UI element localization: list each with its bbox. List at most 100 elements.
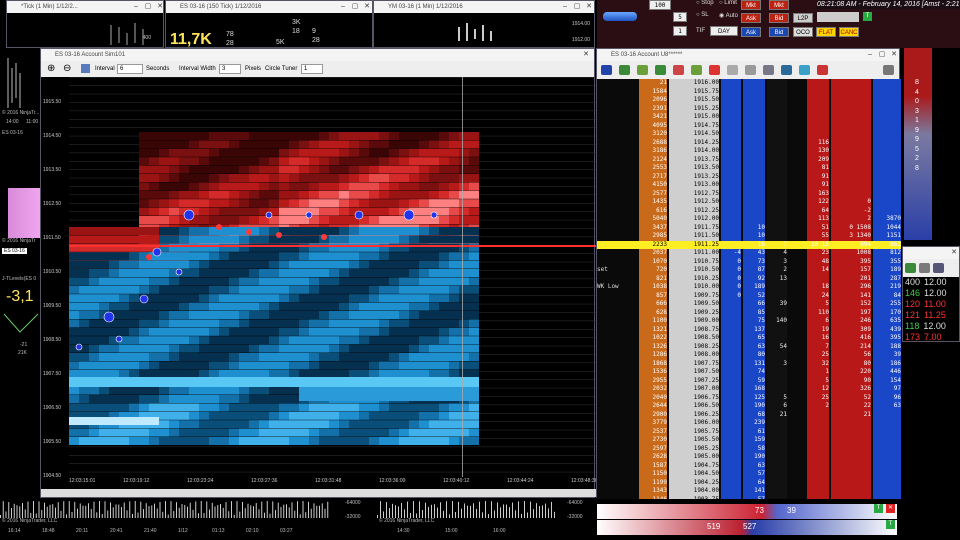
- mkt-sell-button[interactable]: Mkt: [741, 0, 761, 10]
- flag-icon[interactable]: [673, 65, 684, 75]
- ladder-row[interactable]: 4095 1914.75: [597, 121, 901, 130]
- stop-radio[interactable]: ○ Stop: [696, 0, 714, 6]
- ladder-row[interactable]: set 720 1910.50 0 87 2 14 157 189: [597, 266, 901, 275]
- bid-button-1[interactable]: Bid: [769, 13, 789, 23]
- ladder-row[interactable]: 1584 1915.75: [597, 87, 901, 96]
- close-icon[interactable]: ✕: [889, 50, 899, 59]
- ladder-row[interactable]: 2644 1906.50 190 6 2 22 63: [597, 402, 901, 411]
- interval-input[interactable]: 6: [117, 64, 143, 74]
- mkt-buy-button[interactable]: Mkt: [769, 0, 789, 10]
- arrow-down-icon[interactable]: [637, 65, 648, 75]
- ladder-row[interactable]: 2096 1915.50: [597, 96, 901, 105]
- ladder-row[interactable]: 2391 1915.25: [597, 104, 901, 113]
- stop-icon[interactable]: [727, 65, 738, 75]
- minimize-button[interactable]: –: [560, 2, 570, 11]
- bid-button-2[interactable]: Bid: [769, 27, 789, 37]
- ladder-row[interactable]: 2124 1913.75 209: [597, 155, 901, 164]
- ladder-row[interactable]: 2730 1905.50 159: [597, 436, 901, 445]
- instrument-selector[interactable]: [603, 12, 637, 21]
- qty-box-2[interactable]: 5: [673, 12, 687, 22]
- close-icon[interactable]: ✕: [155, 2, 165, 11]
- ladder-row[interactable]: 2628 1905.00 190: [597, 453, 901, 462]
- flat-button[interactable]: FLAT: [816, 27, 836, 37]
- ladder-row[interactable]: 2985 1911.50 10 55 3 1340 1151: [597, 232, 901, 241]
- ladder-row[interactable]: 1536 1907.50 74 1 220 446: [597, 368, 901, 377]
- ladder-row[interactable]: 2537 1905.75 61: [597, 427, 901, 436]
- arrow-icon[interactable]: [905, 263, 916, 273]
- ladder-row[interactable]: 1326 1908.25 63 54 7 214 188: [597, 342, 901, 351]
- ladder-row[interactable]: 2037 1911.00 -4 43 4 23 1008 812: [597, 249, 901, 258]
- ladder-row[interactable]: 2553 1913.50 81: [597, 164, 901, 173]
- wrench-icon[interactable]: [933, 263, 944, 273]
- close-icon[interactable]: ✕: [581, 50, 591, 59]
- ladder-row[interactable]: 821 1910.25 0 92 13 201 287: [597, 274, 901, 283]
- es-150-tick-window[interactable]: ES 03-16 (150 Tick) 1/12/2016 – ▢ ✕ 11,7…: [165, 0, 373, 48]
- tif-select[interactable]: DAY: [710, 26, 738, 36]
- horizontal-scrollbar[interactable]: [41, 489, 596, 497]
- ladder-row[interactable]: 5040 1912.00 113 2 3870: [597, 215, 901, 224]
- circle-tuner-input[interactable]: 1: [301, 64, 323, 74]
- ladder-row[interactable]: 666 1909.50 66 39 5 152 255: [597, 300, 901, 309]
- ym-chart-window[interactable]: YM 03-16 (1 Min) 1/12/2016 – ▢ ✕ 1914.00…: [373, 0, 595, 48]
- lock-icon[interactable]: [745, 65, 756, 75]
- close-icon[interactable]: ✕: [362, 2, 372, 11]
- maximize-button[interactable]: ▢: [143, 2, 153, 11]
- ask-button-2[interactable]: Ask: [741, 27, 761, 37]
- right-stats-window[interactable]: ✕ 400 12.00 146 12.00 120 11.00 121 11.25 118 12.…: [902, 246, 960, 342]
- ladder-row[interactable]: 1146 1903.75 57: [597, 495, 901, 499]
- ladder-row[interactable]: 1199 1904.25 64: [597, 478, 901, 487]
- es-tick-titlebar[interactable]: ES 03-16 (150 Tick) 1/12/2016 – ▢ ✕: [166, 1, 372, 13]
- tick-chart-window[interactable]: *Tick (1 Min) 1/12/2... – ▢ ✕ 400: [6, 0, 164, 48]
- limit-radio[interactable]: ○ Limit: [719, 0, 737, 6]
- ladder-row[interactable]: 3186 1914.00 130: [597, 147, 901, 156]
- ladder-row[interactable]: 1435 1912.50 122 0: [597, 198, 901, 207]
- maximize-button[interactable]: ▢: [877, 50, 887, 59]
- heatmap-canvas[interactable]: [69, 77, 596, 477]
- auto-radio[interactable]: ◉ Auto: [719, 12, 738, 19]
- ladder-row[interactable]: 2717 1913.25 91: [597, 172, 901, 181]
- close-red-button[interactable]: ✕: [886, 504, 895, 513]
- maximize-button[interactable]: ▢: [572, 2, 582, 11]
- ladder-row[interactable]: 1100 1909.00 75 140 6 246 635: [597, 317, 901, 326]
- ladder-row[interactable]: 2597 1905.25 58: [597, 444, 901, 453]
- ladder-row[interactable]: 2233 1911.25 16 7 10 15 994 862: [597, 240, 901, 249]
- ladder-row[interactable]: 3779 1906.00 239: [597, 419, 901, 428]
- ladder-row[interactable]: 1321 1908.75 137 19 309 439: [597, 325, 901, 334]
- ladder-row[interactable]: 3120 1914.50: [597, 130, 901, 139]
- ladder-row[interactable]: 3437 1911.75 10 51 0 1508 1044: [597, 223, 901, 232]
- ladder-row[interactable]: 1070 1910.75 0 73 3 48 395 355: [597, 257, 901, 266]
- minimize-button[interactable]: –: [338, 2, 348, 11]
- close-icon[interactable]: ✕: [949, 248, 959, 257]
- arrow-up-icon[interactable]: [619, 65, 630, 75]
- maximize-button[interactable]: ▢: [350, 2, 360, 11]
- zoom-out-icon[interactable]: ⊖: [63, 63, 71, 74]
- chart-icon[interactable]: [817, 65, 828, 75]
- sl-radio[interactable]: ○ SL: [696, 12, 709, 18]
- ladder-row[interactable]: 2040 1906.75 125 5 25 52 96: [597, 393, 901, 402]
- ladder-row[interactable]: 4150 1913.00 91: [597, 181, 901, 190]
- ladder-row[interactable]: 857 1909.75 0 52 24 141 84: [597, 291, 901, 300]
- confirm-icon[interactable]: T: [863, 12, 872, 21]
- arrow-down-2-icon[interactable]: [691, 65, 702, 75]
- keyboard-icon[interactable]: [883, 65, 894, 75]
- ym-titlebar[interactable]: YM 03-16 (1 Min) 1/12/2016 – ▢ ✕: [374, 1, 594, 13]
- interval-width-input[interactable]: 3: [219, 64, 241, 74]
- ladder-row[interactable]: 1587 1904.75 63: [597, 461, 901, 470]
- arrow-2-icon[interactable]: [919, 263, 930, 273]
- dollar-icon[interactable]: [781, 65, 792, 75]
- ladder-row[interactable]: 2577 1912.75 163: [597, 189, 901, 198]
- minimize-button[interactable]: –: [131, 2, 141, 11]
- ladder-row[interactable]: 1286 1908.00 80 25 56 39: [597, 351, 901, 360]
- properties-icon[interactable]: [81, 64, 90, 73]
- right-stats-titlebar[interactable]: ✕: [903, 247, 959, 259]
- ladder-row[interactable]: 3421 1915.00: [597, 113, 901, 122]
- ladder-row[interactable]: 1150 1904.50 57: [597, 470, 901, 479]
- ladder-row[interactable]: 616 1912.25 64 -2: [597, 206, 901, 215]
- ladder-row[interactable]: 2688 1914.25 116: [597, 138, 901, 147]
- zoom-in-icon[interactable]: ⊕: [47, 63, 55, 74]
- confirm-button[interactable]: T: [874, 504, 883, 513]
- ladder-row[interactable]: 1343 1904.00 141: [597, 487, 901, 496]
- qty-box-1[interactable]: 100: [649, 0, 671, 10]
- confirm-button-2[interactable]: T: [886, 520, 895, 529]
- stack-icon[interactable]: [601, 65, 612, 75]
